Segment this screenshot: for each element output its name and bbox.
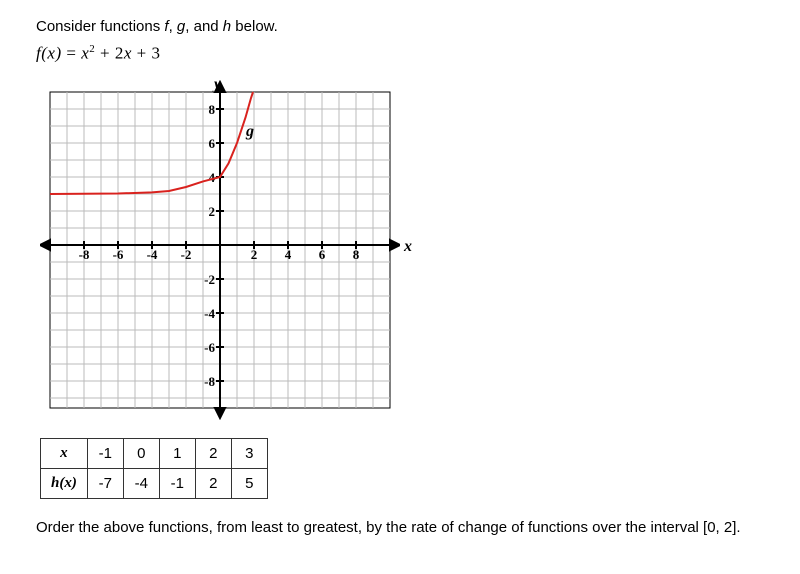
x-val-2: 1 <box>159 438 195 468</box>
row-header-h: h(x) <box>41 468 88 498</box>
f-plus2: + 3 <box>132 44 161 63</box>
y-axis-label: y <box>214 76 221 94</box>
svg-text:-2: -2 <box>181 247 192 262</box>
svg-text:-8: -8 <box>79 247 90 262</box>
fn-g: g <box>177 18 185 35</box>
svg-text:6: 6 <box>209 136 216 151</box>
svg-text:6: 6 <box>319 247 326 262</box>
prompt-c2: , and <box>185 18 223 35</box>
h-val-4: 5 <box>231 468 267 498</box>
h-table: x -1 0 1 2 3 h(x) -7 -4 -1 2 5 <box>40 438 268 499</box>
svg-text:2: 2 <box>209 204 216 219</box>
h-val-3: 2 <box>195 468 231 498</box>
row-header-x: x <box>41 438 88 468</box>
prompt-intro: Consider functions <box>36 18 164 35</box>
svg-text:-4: -4 <box>204 306 215 321</box>
f-arg: (x) <box>41 44 61 63</box>
formula-f: f(x) = x2 + 2x + 3 <box>36 43 764 64</box>
f-plus1: + 2 <box>95 44 124 63</box>
table-row: h(x) -7 -4 -1 2 5 <box>41 468 268 498</box>
prompt-c1: , <box>169 18 177 35</box>
prompt-outro: below. <box>231 18 278 35</box>
svg-text:8: 8 <box>353 247 360 262</box>
curve-label: g <box>245 123 254 140</box>
graph-svg: -8-6 -4-2 24 68 86 42 -2-4 -6-8 g <box>40 80 400 420</box>
svg-text:-2: -2 <box>204 272 215 287</box>
prompt-text: Consider functions f, g, and h below. <box>36 18 764 35</box>
x-val-4: 3 <box>231 438 267 468</box>
svg-text:-6: -6 <box>113 247 124 262</box>
svg-text:4: 4 <box>285 247 292 262</box>
svg-text:-4: -4 <box>147 247 158 262</box>
table-row: x -1 0 1 2 3 <box>41 438 268 468</box>
fn-h: h <box>223 18 231 35</box>
svg-text:-6: -6 <box>204 340 215 355</box>
svg-text:2: 2 <box>251 247 258 262</box>
question-text: Order the above functions, from least to… <box>36 519 764 536</box>
f-eq: = <box>62 44 82 63</box>
x-axis-label: x <box>404 238 412 256</box>
h-val-1: -4 <box>123 468 159 498</box>
svg-text:-8: -8 <box>204 374 215 389</box>
x-val-1: 0 <box>123 438 159 468</box>
graph-area: y x <box>40 80 764 420</box>
h-val-2: -1 <box>159 468 195 498</box>
h-val-0: -7 <box>87 468 123 498</box>
x-val-0: -1 <box>87 438 123 468</box>
svg-text:8: 8 <box>209 102 216 117</box>
f-t2v: x <box>124 44 132 63</box>
x-val-3: 2 <box>195 438 231 468</box>
